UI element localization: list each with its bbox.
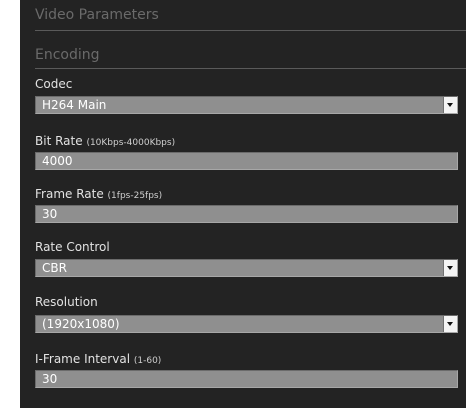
frame-rate-range-hint: (1fps-25fps): [107, 191, 163, 201]
frame-rate-input[interactable]: 30: [35, 205, 458, 223]
chevron-down-icon[interactable]: [443, 97, 457, 113]
chevron-down-icon[interactable]: [443, 316, 457, 332]
iframe-interval-input[interactable]: 30: [35, 370, 458, 388]
chevron-down-icon[interactable]: [443, 260, 457, 276]
rate-control-select[interactable]: CBR: [35, 259, 458, 277]
frame-rate-label: Frame Rate (1fps-25fps): [35, 187, 162, 201]
codec-label: Codec: [35, 77, 72, 91]
resolution-select[interactable]: (1920x1080): [35, 315, 458, 333]
resolution-label-text: Resolution: [35, 295, 98, 309]
bit-rate-label: Bit Rate (10Kbps-4000Kbps): [35, 134, 175, 148]
rate-control-value: CBR: [42, 261, 67, 275]
resolution-label: Resolution: [35, 295, 98, 309]
rate-control-label-text: Rate Control: [35, 240, 110, 254]
resolution-value: (1920x1080): [42, 317, 120, 331]
frame-rate-label-text: Frame Rate: [35, 187, 104, 201]
bit-rate-input[interactable]: 4000: [35, 152, 458, 170]
codec-select[interactable]: H264 Main: [35, 96, 458, 114]
iframe-interval-range-hint: (1-60): [133, 356, 162, 366]
iframe-interval-label: I-Frame Interval (1-60): [35, 352, 161, 366]
bit-rate-label-text: Bit Rate: [35, 134, 83, 148]
encoding-heading: Encoding: [35, 47, 100, 63]
video-parameters-panel: Video Parameters Encoding Codec H264 Mai…: [20, 0, 466, 408]
bit-rate-range-hint: (10Kbps-4000Kbps): [86, 138, 176, 148]
codec-label-text: Codec: [35, 77, 73, 91]
encoding-divider: [35, 68, 466, 69]
video-parameters-heading: Video Parameters: [35, 7, 159, 23]
frame-rate-value: 30: [42, 207, 58, 221]
bit-rate-value: 4000: [42, 154, 73, 168]
codec-value: H264 Main: [42, 98, 107, 112]
iframe-interval-label-text: I-Frame Interval: [35, 352, 131, 366]
iframe-interval-value: 30: [42, 372, 58, 386]
video-parameters-divider: [35, 30, 466, 31]
rate-control-label: Rate Control: [35, 240, 110, 254]
